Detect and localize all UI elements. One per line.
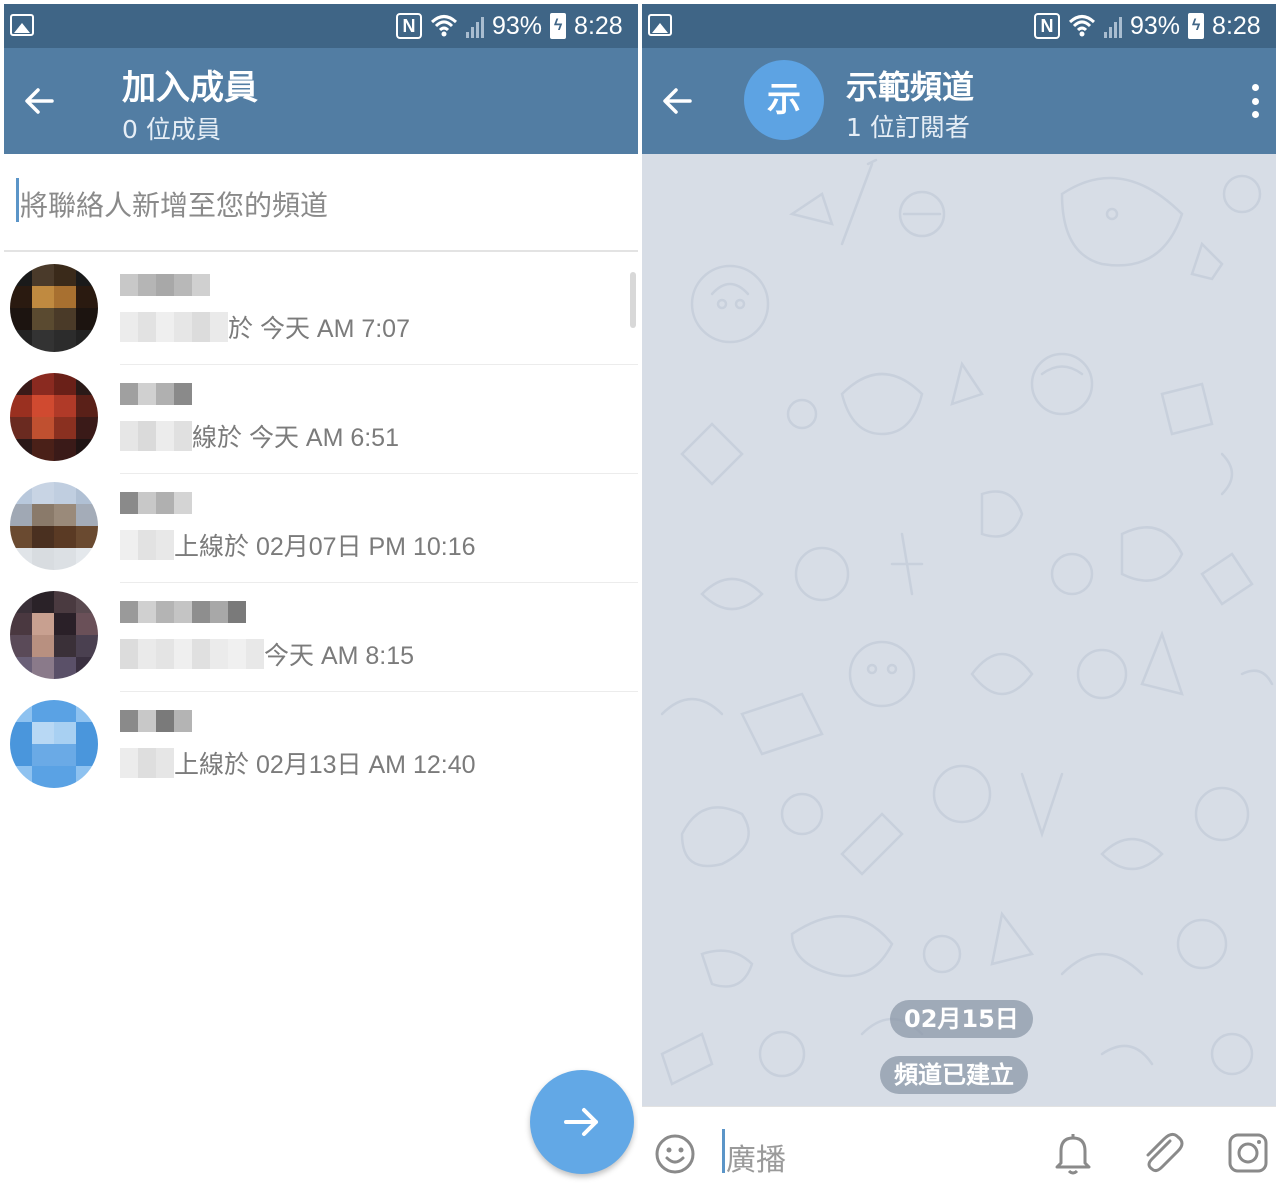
contact-row[interactable]: 上線於 02月07日 PM 10:16	[4, 474, 638, 583]
nfc-icon: N	[1034, 13, 1060, 39]
doodle-pattern	[660, 158, 1274, 1086]
subscriber-count: 1 位訂閱者	[846, 113, 970, 142]
contact-last-seen: 上線於 02月07日 PM 10:16	[174, 533, 476, 561]
status-bar: N 93% ϟ 8:28	[4, 4, 638, 48]
message-input-bar: 廣播	[642, 1106, 1276, 1196]
next-button[interactable]	[530, 1070, 634, 1174]
channel-avatar[interactable]: 示	[744, 60, 824, 140]
contact-list: 於 今天 AM 7:07 線於 今天 AM 6:51 上線於 02月07日 PM…	[4, 256, 638, 801]
clock: 8:28	[574, 11, 623, 40]
battery-percent: 93%	[492, 11, 543, 40]
add-members-screen: N 93% ϟ 8:28 加入成員 0 位成員 將聯絡人新增至您的頻道 於 今天…	[4, 4, 638, 1196]
emoji-icon[interactable]	[654, 1133, 696, 1175]
signal-icon	[466, 14, 484, 38]
contact-row[interactable]: 上線於 02月13日 AM 12:40	[4, 692, 638, 801]
status-bar: N 93% ϟ 8:28	[642, 4, 1276, 48]
broadcast-input[interactable]: 廣播	[726, 1135, 786, 1179]
status-blurred	[120, 639, 264, 669]
app-bar: 示 示範頻道 1 位訂閱者	[642, 48, 1276, 154]
contact-row[interactable]: 於 今天 AM 7:07	[4, 256, 638, 365]
battery-charging-icon: ϟ	[1188, 13, 1205, 39]
contact-name-blurred	[120, 383, 192, 405]
app-bar: 加入成員 0 位成員	[4, 48, 638, 154]
contact-row[interactable]: 今天 AM 8:15	[4, 583, 638, 692]
image-notification-icon	[10, 14, 34, 36]
chat-background: 02月15日 頻道已建立	[642, 154, 1276, 1106]
status-blurred	[120, 421, 192, 451]
contact-name-blurred	[120, 492, 192, 514]
avatar	[10, 264, 98, 352]
image-notification-icon	[648, 14, 672, 36]
page-title: 加入成員	[122, 68, 258, 108]
channel-title[interactable]: 示範頻道	[846, 62, 974, 108]
back-arrow-icon[interactable]	[22, 84, 56, 118]
back-arrow-icon[interactable]	[660, 84, 694, 118]
channel-chat-screen: N 93% ϟ 8:28 示 示範頻道 1 位訂閱者 02月15日 頻道已建立 …	[642, 4, 1276, 1196]
battery-percent: 93%	[1130, 11, 1181, 40]
contact-name-blurred	[120, 601, 246, 623]
date-pill: 02月15日	[890, 1000, 1033, 1038]
search-placeholder: 將聯絡人新增至您的頻道	[20, 189, 329, 222]
nfc-icon: N	[396, 13, 422, 39]
wifi-icon	[430, 15, 458, 37]
paperclip-icon[interactable]	[1140, 1131, 1184, 1175]
status-blurred	[120, 530, 174, 560]
text-caret	[16, 178, 19, 222]
contact-last-seen: 於 今天 AM 7:07	[228, 315, 410, 343]
bell-icon[interactable]	[1052, 1131, 1094, 1175]
avatar	[10, 373, 98, 461]
contact-name-blurred	[120, 710, 192, 732]
search-input[interactable]: 將聯絡人新增至您的頻道	[4, 154, 638, 252]
avatar	[10, 700, 98, 788]
camera-icon[interactable]	[1226, 1131, 1270, 1175]
status-blurred	[120, 312, 228, 342]
contact-last-seen: 今天 AM 8:15	[264, 642, 415, 670]
contact-row[interactable]: 線於 今天 AM 6:51	[4, 365, 638, 474]
status-blurred	[120, 748, 174, 778]
more-vert-icon[interactable]	[1252, 84, 1260, 118]
member-count: 0 位成員	[122, 115, 221, 144]
battery-charging-icon: ϟ	[550, 13, 567, 39]
arrow-right-icon	[564, 1108, 598, 1136]
signal-icon	[1104, 14, 1122, 38]
text-caret	[722, 1129, 725, 1173]
service-message: 頻道已建立	[880, 1056, 1028, 1094]
clock: 8:28	[1212, 11, 1261, 40]
contact-last-seen: 線於 今天 AM 6:51	[192, 424, 399, 452]
contact-last-seen: 上線於 02月13日 AM 12:40	[174, 751, 476, 779]
wifi-icon	[1068, 15, 1096, 37]
contact-name-blurred	[120, 274, 210, 296]
avatar	[10, 482, 98, 570]
avatar	[10, 591, 98, 679]
